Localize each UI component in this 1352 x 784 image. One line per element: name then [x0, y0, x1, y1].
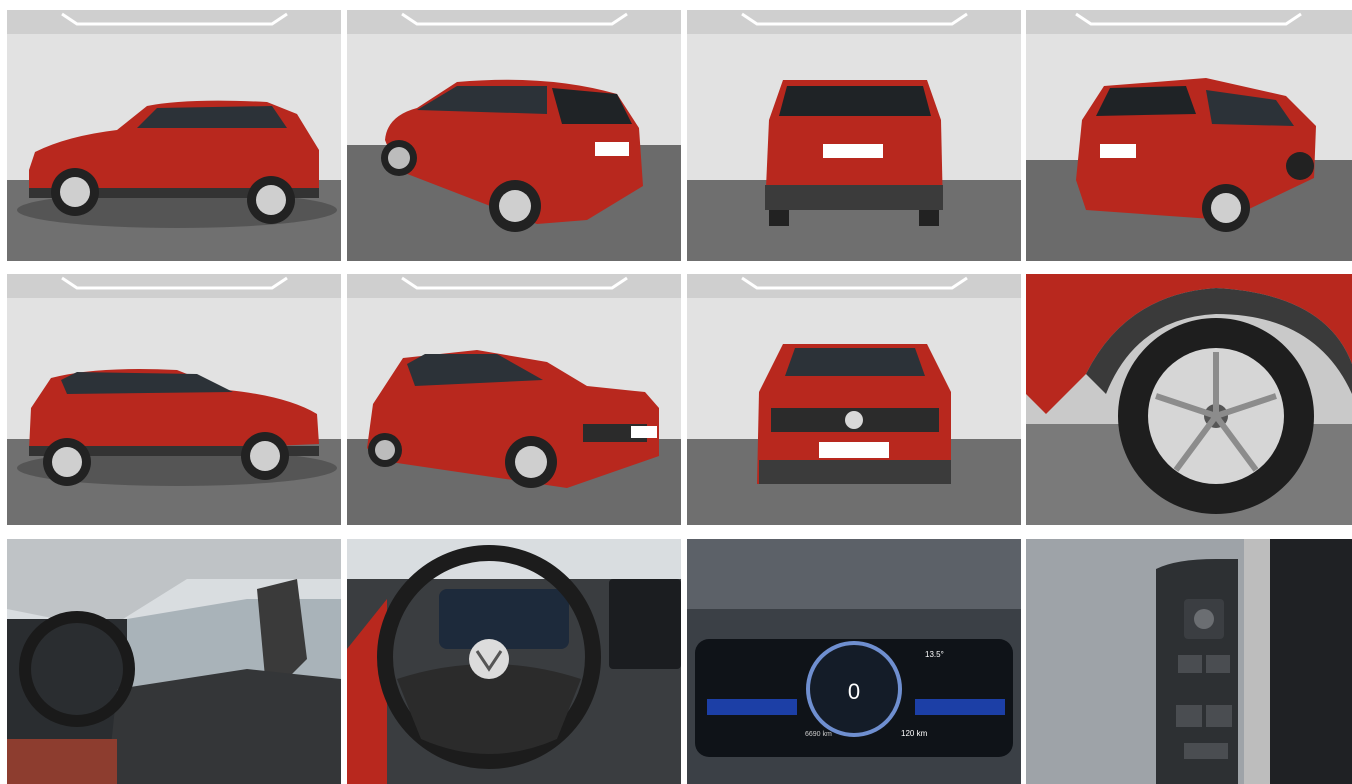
photo-steering-wheel[interactable] — [347, 539, 681, 784]
wheel-closeup-image — [1026, 274, 1352, 525]
photo-side-right[interactable] — [7, 274, 341, 525]
photo-door-panel-controls[interactable] — [1026, 539, 1352, 784]
car-front-three-quarter-right-image — [347, 274, 681, 525]
photo-rear-three-quarter-left[interactable] — [347, 10, 681, 261]
photo-wheel-closeup[interactable] — [1026, 274, 1352, 525]
cluster-temperature-text: 13.5° — [925, 650, 944, 659]
photo-interior-front-seats[interactable] — [7, 539, 341, 784]
photo-rear[interactable] — [687, 10, 1021, 261]
photo-front-three-quarter-right[interactable] — [347, 274, 681, 525]
car-side-left-image — [7, 10, 341, 261]
cluster-speed-reading: 0 — [848, 679, 860, 704]
photo-gallery: 0 120 km 6690 km 13.5° — [0, 0, 1352, 784]
steering-wheel-image — [347, 539, 681, 784]
photo-instrument-cluster[interactable]: 0 120 km 6690 km 13.5° — [687, 539, 1021, 784]
car-front-image — [687, 274, 1021, 525]
instrument-cluster-image: 0 120 km 6690 km 13.5° — [687, 539, 1021, 784]
car-rear-three-quarter-right-image — [1026, 10, 1352, 261]
door-panel-controls-image — [1026, 539, 1352, 784]
cluster-range-text: 120 km — [901, 729, 928, 738]
interior-front-seats-image — [7, 539, 341, 784]
car-side-right-image — [7, 274, 341, 525]
photo-rear-three-quarter-right[interactable] — [1026, 10, 1352, 261]
cluster-odometer-text: 6690 km — [805, 731, 832, 738]
photo-side-left[interactable] — [7, 10, 341, 261]
car-rear-three-quarter-left-image — [347, 10, 681, 261]
photo-front[interactable] — [687, 274, 1021, 525]
car-rear-image — [687, 10, 1021, 261]
